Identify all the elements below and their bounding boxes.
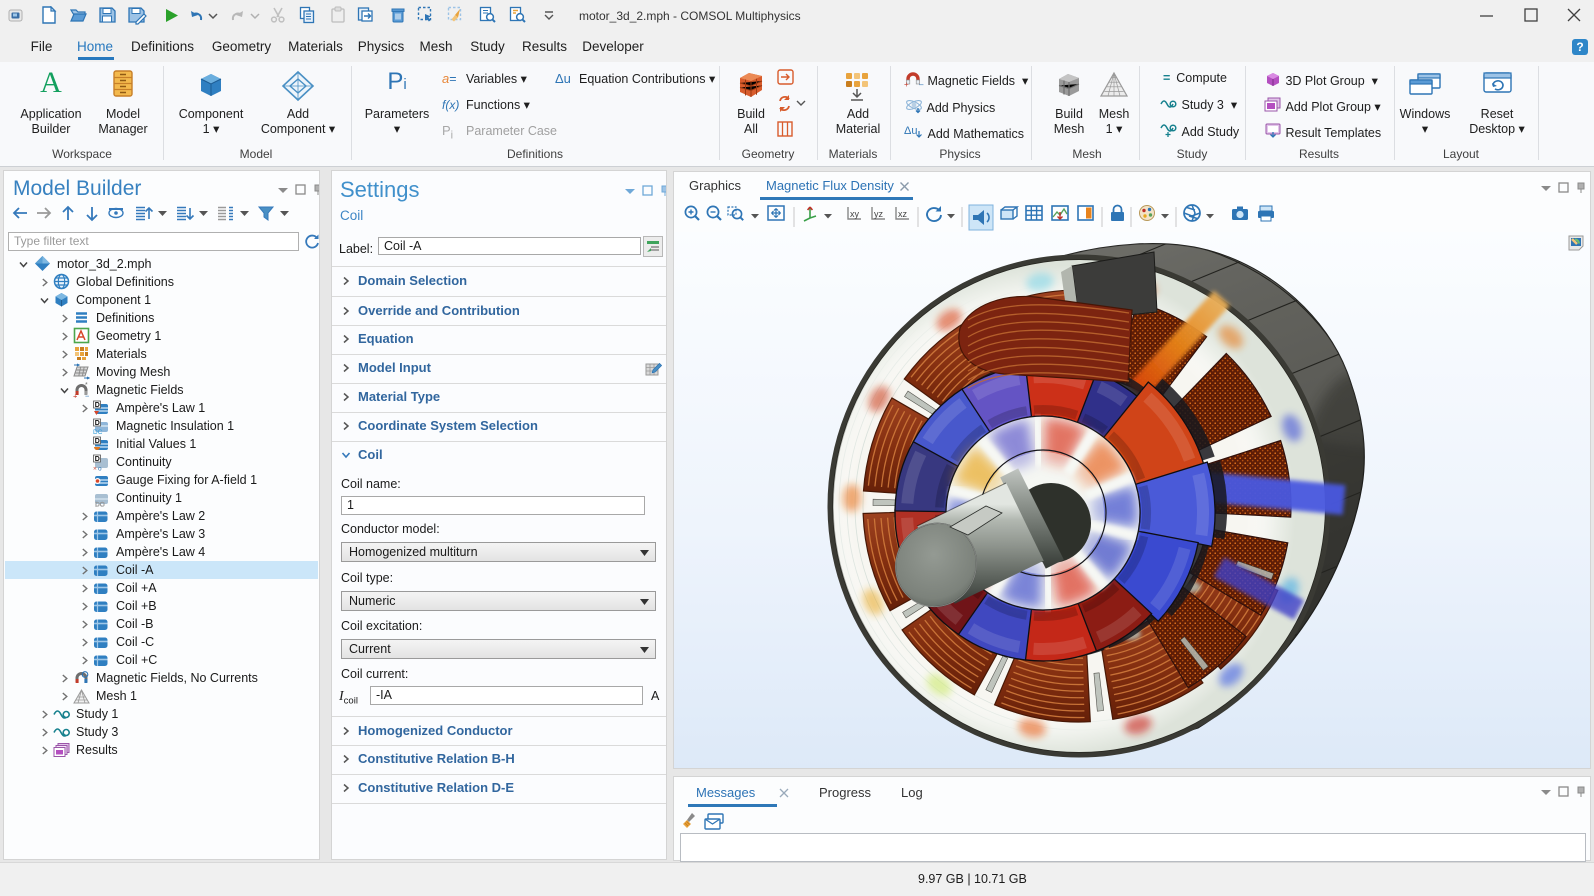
svg-text:Δu: Δu: [904, 125, 917, 137]
svg-text:o: o: [98, 465, 102, 471]
svg-text:+: +: [73, 391, 78, 399]
svg-text:D: D: [95, 456, 100, 463]
svg-text:−: −: [85, 391, 90, 399]
svg-text:xz: xz: [898, 209, 908, 219]
svg-text:yz: yz: [874, 209, 884, 219]
svg-text:*: *: [85, 382, 88, 389]
svg-text:DC: DC: [93, 429, 103, 435]
svg-text:D: D: [95, 438, 100, 445]
svg-text:–: –: [919, 80, 924, 87]
svg-text:xy: xy: [850, 209, 860, 219]
svg-text:DO: DO: [95, 501, 105, 507]
svg-text:D: D: [95, 420, 100, 427]
svg-text:+: +: [904, 80, 909, 87]
svg-text:D: D: [95, 402, 100, 409]
svg-text:×: ×: [93, 465, 97, 471]
